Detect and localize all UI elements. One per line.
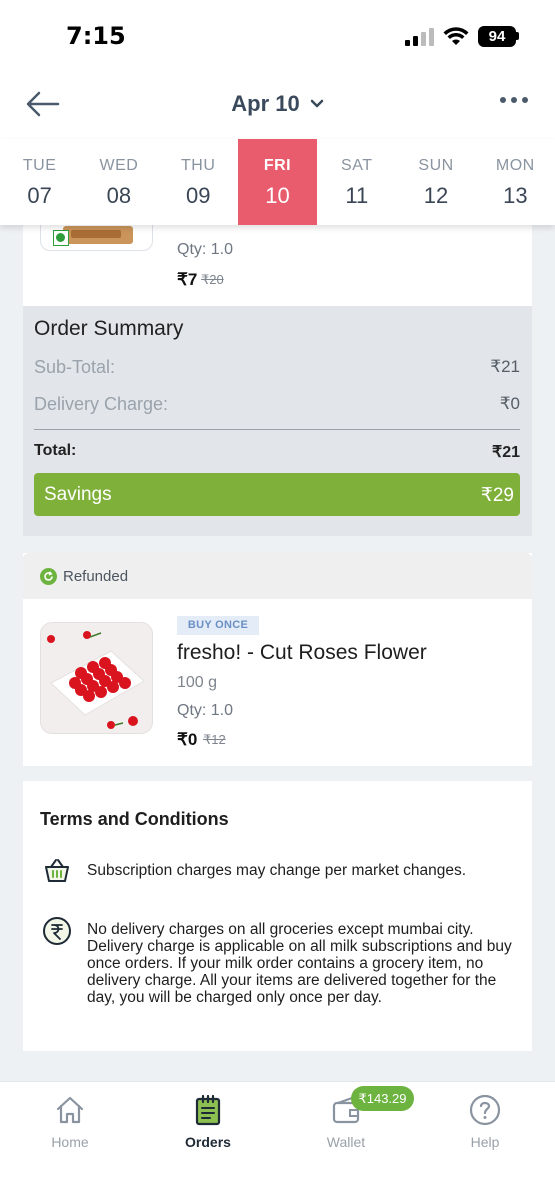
day-name: SUN [418,157,454,174]
nav-help-label: Help [470,1134,500,1150]
day-number: 12 [423,183,449,208]
item-price: ₹0 [177,730,198,749]
rupee-icon [43,917,71,945]
item-price: ₹7 [177,270,198,289]
day-name: THU [181,157,216,174]
product-name[interactable]: fresho! - Cut Roses Flower [177,641,427,665]
chevron-down-icon [310,99,323,108]
product-weight: 100 g [177,674,218,691]
status-bar: 7:15 94 [0,0,555,75]
subtotal-value: ₹21 [490,357,520,376]
day-tab-sat[interactable]: SAT 11 [317,139,396,225]
summary-divider [34,429,520,430]
order-summary: Order Summary Sub-Total: ₹21 Delivery Ch… [23,306,532,536]
day-tab-tue[interactable]: TUE 07 [0,139,79,225]
home-icon [56,1096,84,1124]
delivery-charge-label: Delivery Charge: [34,394,169,414]
day-tab-sun[interactable]: SUN 12 [396,139,475,225]
terms-card: Terms and Conditions Subscription charge… [23,781,532,1051]
day-tab-mon[interactable]: MON 13 [476,139,555,225]
total-value: ₹21 [492,444,520,461]
day-name: SAT [341,157,373,174]
terms-item: Subscription charges may change per mark… [87,862,467,879]
subtotal-label: Sub-Total: [34,357,116,377]
order-summary-title: Order Summary [34,317,184,340]
day-name: FRI [263,157,292,174]
refund-status-header: Refunded [23,553,532,599]
day-name: TUE [22,157,57,174]
day-tab-thu[interactable]: THU 09 [159,139,238,225]
total-row: Total: ₹21 [34,442,520,461]
item-quantity: Qty: 1.0 [177,241,234,258]
total-label: Total: [34,442,77,459]
product-image[interactable] [40,225,153,251]
battery-tip [516,32,519,40]
status-time: 7:15 [66,22,126,50]
day-name: WED [99,157,139,174]
wallet-balance-badge: ₹143.29 [351,1086,414,1111]
item-quantity: Qty: 1.0 [177,702,234,719]
more-options-icon[interactable] [500,93,534,107]
nav-orders[interactable]: Orders [158,1094,258,1150]
day-tab-wed[interactable]: WED 08 [79,139,158,225]
subtotal-row: Sub-Total: ₹21 [34,357,520,378]
day-number: 07 [27,183,52,208]
battery-level: 94 [478,26,516,47]
buy-once-badge: BUY ONCE [177,616,259,635]
product-image[interactable] [40,622,153,734]
day-number: 10 [265,183,290,208]
nav-home[interactable]: Home [20,1094,120,1150]
day-number: 11 [345,183,369,208]
help-icon [469,1094,501,1126]
item-mrp: ₹12 [203,732,226,747]
refunded-order-card: Refunded BUY ONCE fresho! - Cut Roses Fl… [23,553,532,766]
nav-orders-label: Orders [185,1134,231,1150]
wifi-icon [443,27,469,45]
terms-item: No delivery charges on all groceries exc… [87,921,512,1006]
order-card: Qty: 1.0 ₹7 ₹20 Order Summary Sub-Total:… [23,225,532,536]
roses-image [47,631,145,729]
savings-label: Savings [44,484,112,505]
back-arrow-icon[interactable] [24,89,62,119]
delivery-charge-value: ₹0 [499,394,520,413]
savings-value: ₹29 [480,485,514,506]
date-selector[interactable]: Apr 10 [200,89,355,119]
day-name: MON [495,157,535,174]
orders-icon [195,1094,221,1126]
refund-status-label: Refunded [63,568,129,585]
page-title: Apr 10 [231,91,300,116]
nav-help[interactable]: Help [435,1094,535,1150]
day-number: 09 [185,183,211,208]
day-number: 13 [503,183,528,208]
app-header: Apr 10 [0,75,555,139]
cellular-signal-icon [405,28,434,46]
nav-wallet-label: Wallet [326,1134,366,1150]
terms-title: Terms and Conditions [40,809,229,829]
nav-home-label: Home [51,1134,89,1150]
veg-indicator-icon [53,230,69,246]
day-selector-strip: TUE 07 WED 08 THU 09 FRI 10 SAT 11 SUN 1… [0,139,555,225]
basket-icon [45,859,69,882]
delivery-charge-row: Delivery Charge: ₹0 [34,394,520,415]
savings-bar: Savings ₹29 [34,473,520,516]
day-number: 08 [106,183,132,208]
refund-icon [40,568,57,585]
item-mrp: ₹20 [201,272,224,287]
bottom-navigation: Home Orders Wallet Help [0,1081,555,1200]
day-tab-fri-selected[interactable]: FRI 10 [237,139,318,225]
